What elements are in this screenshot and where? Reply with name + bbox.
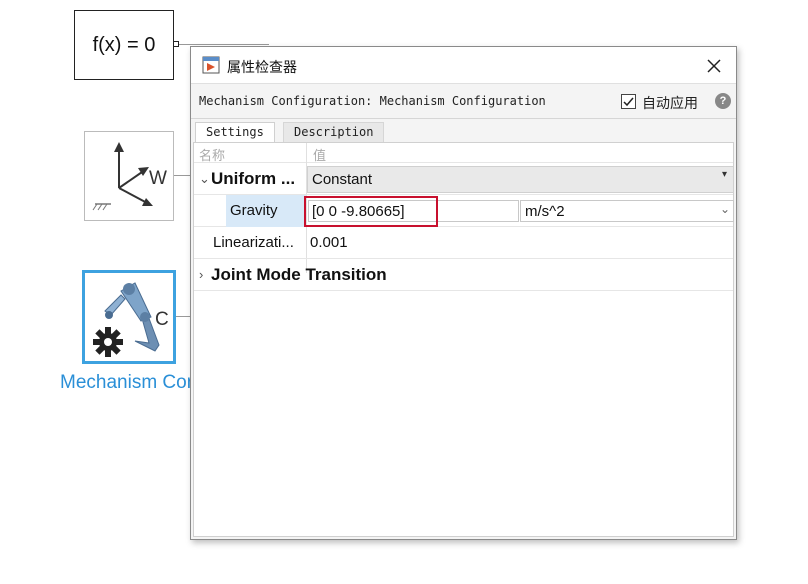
world-frame-icon: W <box>92 142 167 211</box>
help-icon[interactable]: ? <box>715 93 731 109</box>
chevron-down-icon: ⌄ <box>719 202 730 216</box>
mechanism-block-label[interactable]: Mechanism Configuration <box>60 370 195 396</box>
connection-line[interactable] <box>179 44 269 45</box>
dialog-subheader: Mechanism Configuration: Mechanism Confi… <box>191 85 736 119</box>
close-icon[interactable] <box>702 54 726 78</box>
model-canvas: f(x) = 0 W C Mechanism Con 属性检查器 Mechani… <box>0 0 808 584</box>
property-row-uniform-gravity[interactable]: ⌄ Uniform ... Constant ▾ <box>194 163 734 195</box>
dialog-title: 属性检查器 <box>227 59 297 75</box>
linearization-label: Linearizati... <box>213 234 294 251</box>
joint-mode-transition-label: Joint Mode Transition <box>211 265 387 284</box>
uniform-gravity-label: Uniform ... <box>211 169 296 188</box>
red-highlight-annotation <box>304 196 438 227</box>
fx-block-label: f(x) = 0 <box>92 33 156 56</box>
tab-description[interactable]: Description <box>283 122 385 142</box>
linearization-value[interactable]: 0.001 <box>310 234 348 251</box>
frame-port-label: W <box>149 168 167 189</box>
mechanism-port-label: C <box>155 309 169 330</box>
dropdown-caret-icon: ▾ <box>721 169 727 180</box>
dialog-titlebar[interactable]: 属性检查器 <box>191 47 736 84</box>
property-row-gravity[interactable]: Gravity [0 0 -9.80665] m/s^2 ⌄ <box>194 195 734 227</box>
auto-apply-checkbox[interactable] <box>621 94 636 109</box>
property-row-joint-mode-transition[interactable]: › Joint Mode Transition <box>194 259 733 291</box>
block-path: Mechanism Configuration: Mechanism Confi… <box>199 94 546 108</box>
property-inspector-dialog: 属性检查器 Mechanism Configuration: Mechanism… <box>190 46 737 540</box>
tab-settings[interactable]: Settings <box>195 122 275 142</box>
world-frame-block[interactable]: W <box>84 131 174 221</box>
solver-configuration-block[interactable]: f(x) = 0 <box>74 10 174 80</box>
gravity-unit-value: m/s^2 <box>525 203 565 220</box>
name-column-header: 名称 <box>199 148 226 163</box>
gear-icon <box>93 327 123 357</box>
gravity-unit-dropdown[interactable]: m/s^2 ⌄ <box>520 200 734 222</box>
tab-bar: Settings Description <box>191 120 736 142</box>
grid-header: 名称 值 <box>194 143 733 163</box>
property-grid: 名称 值 ⌄ Uniform ... Constant ▾ Gravity [0… <box>193 142 734 537</box>
chevron-down-icon[interactable]: ⌄ <box>199 171 210 187</box>
chevron-right-icon[interactable]: › <box>199 267 203 282</box>
property-row-linearization[interactable]: Linearizati... 0.001 <box>194 227 733 259</box>
gravity-label: Gravity <box>230 202 278 219</box>
uniform-gravity-value: Constant <box>312 171 373 188</box>
property-inspector-icon <box>202 56 220 74</box>
uniform-gravity-dropdown[interactable]: Constant ▾ <box>307 166 734 193</box>
mechanism-configuration-block[interactable]: C <box>82 270 176 364</box>
auto-apply-label[interactable]: 自动应用 <box>642 93 698 113</box>
value-column-header: 值 <box>313 148 327 163</box>
checkmark-icon <box>623 97 634 107</box>
